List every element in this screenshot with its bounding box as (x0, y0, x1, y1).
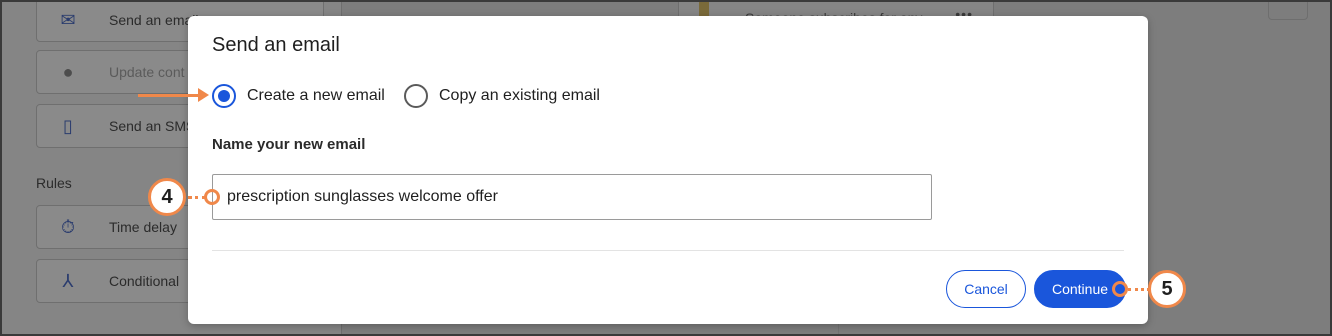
step-5-callout: 5 (1148, 270, 1186, 308)
flag-icon (699, 2, 709, 16)
send-email-dialog: Send an email Create a new email Copy an… (188, 16, 1148, 324)
dialog-title: Send an email (212, 34, 340, 56)
radio-button-unchecked[interactable] (404, 84, 428, 108)
action-card-label: Update cont (109, 64, 185, 80)
option-copy-existing-email[interactable]: Copy an existing email (404, 84, 600, 108)
person-icon: ● (62, 62, 74, 82)
cancel-button[interactable]: Cancel (946, 270, 1026, 308)
email-name-label: Name your new email (212, 136, 366, 153)
option-label: Create a new email (247, 87, 385, 104)
dialog-divider (212, 250, 1124, 251)
step-5-connector (1128, 288, 1150, 291)
option-create-new-email[interactable]: Create a new email (212, 84, 385, 108)
action-card-label: Send an email (109, 12, 199, 28)
step-4-callout: 4 (148, 178, 186, 216)
step-5-target-ring (1112, 281, 1128, 297)
screenshot-frame: ✉ Send an email ● Update cont ▯ Send an … (0, 0, 1332, 336)
annotation-arrow-line (138, 94, 200, 97)
rules-heading: Rules (36, 175, 72, 191)
stopwatch-icon: ⏱ (60, 217, 76, 237)
option-label: Copy an existing email (439, 87, 600, 104)
rule-card-label: Conditional (109, 273, 180, 289)
phone-icon: ▯ (63, 116, 73, 136)
mail-icon: ✉ (60, 10, 76, 30)
expand-icon (1268, 2, 1308, 20)
radio-button-checked[interactable] (212, 84, 236, 108)
step-4-target-ring (204, 189, 220, 205)
action-card-label: Send an SMS (109, 118, 196, 134)
annotation-arrow-head (198, 88, 209, 102)
email-name-input[interactable] (212, 174, 932, 220)
branch-icon: ⅄ (62, 271, 74, 291)
